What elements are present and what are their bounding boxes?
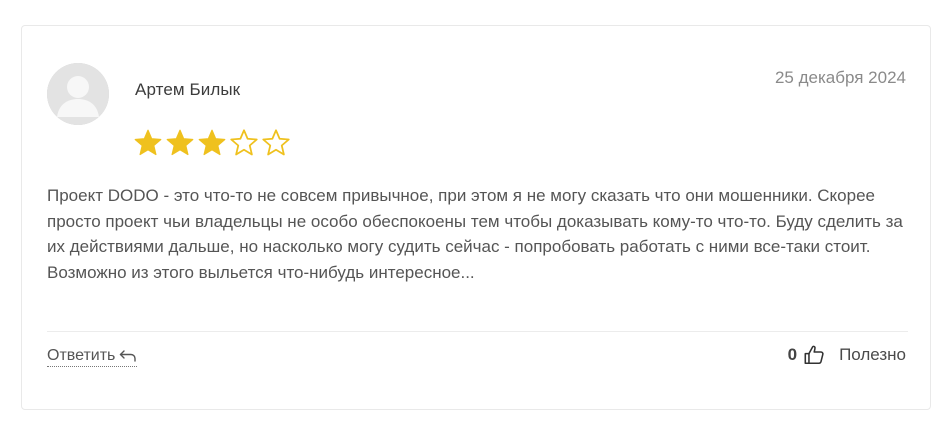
star-filled-icon — [134, 129, 162, 156]
helpful-count: 0 — [787, 345, 798, 364]
star-filled-icon — [198, 129, 226, 156]
thumbs-up-icon[interactable] — [803, 344, 825, 366]
review-text: Проект DODO - это что-то не совсем привы… — [47, 186, 903, 282]
divider — [47, 331, 908, 332]
star-filled-icon — [166, 129, 194, 156]
user-placeholder-icon — [47, 63, 109, 125]
review-date: 25 декабря 2024 — [774, 68, 906, 87]
author-name: Артем Билык — [135, 80, 241, 99]
star-empty-icon — [262, 129, 290, 156]
helpful-button[interactable]: Полезно — [839, 345, 906, 365]
review-card: Артем Билык 25 декабря 2024 Проект DODO … — [21, 25, 931, 410]
reply-arrow-icon — [120, 350, 137, 362]
helpful-section: 0 Полезно — [788, 344, 906, 366]
reply-label: Ответить — [47, 347, 116, 364]
reply-button[interactable]: Ответить — [47, 347, 138, 367]
star-rating — [133, 128, 291, 158]
star-empty-icon — [230, 129, 258, 156]
